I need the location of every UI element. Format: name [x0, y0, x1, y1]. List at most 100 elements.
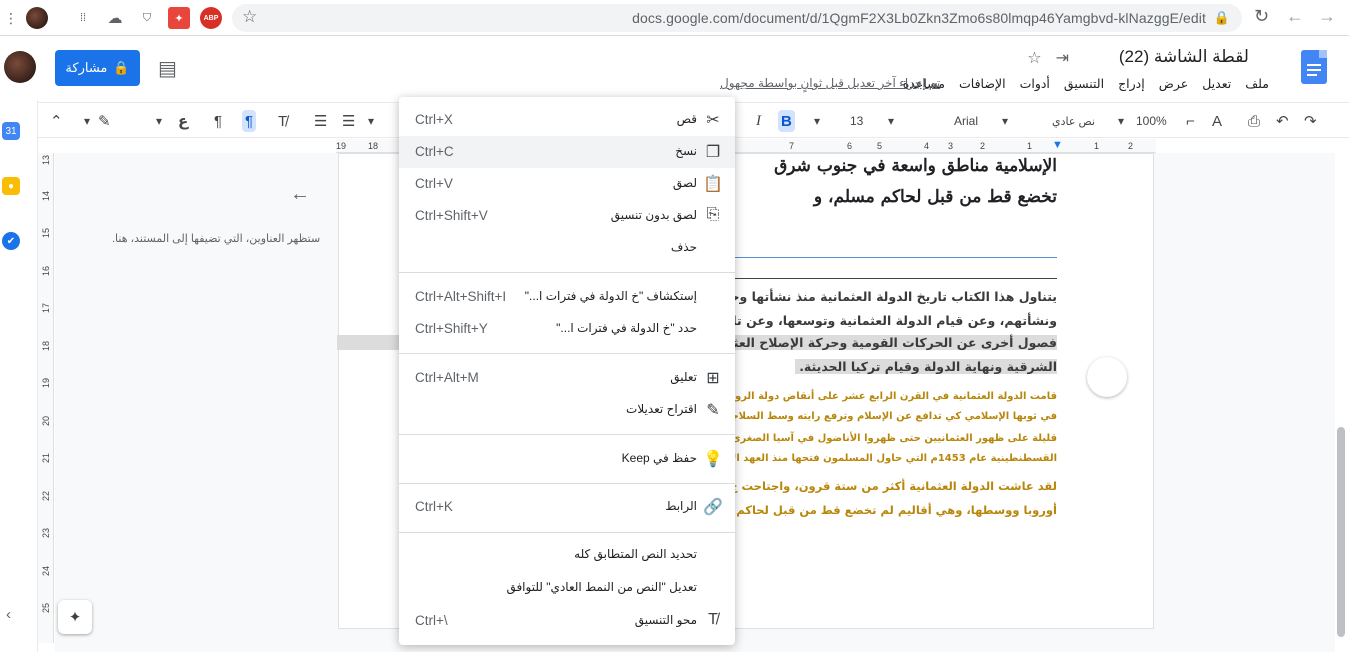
menu-item-update-style[interactable]: تعديل "النص من النمط العادي" للتوافق — [399, 572, 735, 604]
keep-icon[interactable]: ● — [2, 177, 20, 195]
paint-format-icon[interactable]: ⌐ — [1186, 110, 1195, 132]
ain-input-icon[interactable]: ع — [178, 110, 188, 132]
menu-item-paste[interactable]: Ctrl+V لصق 📋 — [399, 168, 735, 200]
menu-format[interactable]: التنسيق — [1064, 76, 1104, 91]
outdent-icon[interactable]: ☰ — [342, 110, 355, 132]
spellcheck-icon[interactable]: A — [1212, 110, 1222, 132]
font-select[interactable]: Arial — [954, 110, 978, 132]
divider-line — [735, 257, 1057, 258]
shield-icon[interactable]: ⛉ — [136, 7, 158, 29]
ruler-mark: 22 — [41, 490, 52, 502]
menu-item-keep[interactable]: حفظ في Keep 💡 — [399, 443, 735, 475]
outline-hint: ستظهر العناوين، التي تضيفها إلى المستند،… — [112, 233, 321, 245]
menu-item-copy[interactable]: Ctrl+C نسخ ❐ — [399, 136, 735, 168]
chevron-left-icon[interactable]: ‹ — [6, 606, 11, 623]
forward-icon[interactable]: → — [1318, 6, 1336, 27]
link-icon: 🔗 — [703, 499, 723, 516]
abp-icon[interactable]: ABP — [200, 7, 222, 29]
font-caret-icon[interactable]: ▾ — [1002, 110, 1008, 132]
move-folder-icon[interactable]: ⇥ — [1056, 48, 1069, 68]
dropdown-caret-icon[interactable]: ▾ — [156, 110, 162, 132]
text-line: قامت الدولة العثمانية في القرن الرابع عش… — [720, 391, 1057, 402]
redo-icon[interactable]: ↷ — [1304, 110, 1317, 132]
star-icon[interactable]: ☆ — [1027, 48, 1041, 68]
menu-item-comment[interactable]: Ctrl+Alt+M تعليق ⊞ — [399, 362, 735, 394]
menu-addons[interactable]: الإضافات — [959, 76, 1006, 91]
style-select[interactable]: نص عادي — [1052, 110, 1095, 132]
font-size-decrease-icon[interactable]: ▾ — [814, 110, 820, 132]
add-comment-button[interactable] — [1087, 357, 1127, 397]
undo-icon[interactable]: ↶ — [1276, 110, 1289, 132]
font-size-caret-icon[interactable]: ▾ — [888, 110, 894, 132]
menu-file[interactable]: ملف — [1245, 76, 1269, 91]
menu-insert[interactable]: إدراج — [1118, 76, 1145, 91]
indent-icon[interactable]: ☰ — [314, 110, 327, 132]
menu-item-link[interactable]: Ctrl+K الرابط 🔗 — [399, 491, 735, 523]
menu-item-delete[interactable]: حذف — [399, 232, 735, 264]
docs-logo-icon[interactable] — [1301, 50, 1327, 84]
zoom-select[interactable]: 100% — [1136, 110, 1167, 132]
lightbulb-icon: 💡 — [703, 451, 723, 468]
explore-icon[interactable]: ✦ — [58, 600, 92, 634]
url-text[interactable]: docs.google.com/document/d/1QgmF2X3Lb0Zk… — [632, 10, 1206, 26]
chevron-up-icon[interactable]: ⌃ — [50, 110, 63, 132]
ruler-mark: 25 — [41, 602, 52, 614]
menu-item-select-matching[interactable]: Ctrl+Shift+Y حدد "خ الدولة في فترات ا...… — [399, 313, 735, 345]
menu-edit[interactable]: تعديل — [1202, 76, 1231, 91]
dropdown-caret-icon[interactable]: ▾ — [84, 110, 90, 132]
menu-label: اقتراح تعديلات — [626, 402, 697, 416]
menu-label: نسخ — [675, 144, 697, 158]
text-line: قليلة على ظهور العثمانيين حتى ظهروا الأن… — [720, 433, 1057, 444]
arrow-back-icon[interactable]: ← — [290, 183, 310, 206]
menu-item-clear-format[interactable]: Ctrl+\ محو التنسيق T̸ — [399, 605, 735, 637]
back-icon[interactable]: ← — [1286, 6, 1304, 27]
calendar-icon[interactable]: 31 — [2, 122, 20, 140]
style-caret-icon[interactable]: ▾ — [1118, 110, 1124, 132]
clear-format-icon[interactable]: T̸ — [278, 110, 287, 132]
left-rail: 31 ● ✔ — [0, 100, 38, 652]
menu-tools[interactable]: أدوات — [1020, 76, 1050, 91]
font-size-field[interactable]: 13 — [850, 110, 863, 132]
bookmark-star-icon[interactable]: ☆ — [242, 7, 257, 27]
text-line: في ثوبها الإسلامي كي تدافع عن الإسلام وت… — [718, 411, 1057, 422]
ruler-mark: 14 — [41, 190, 52, 202]
reload-icon[interactable]: ↻ — [1254, 6, 1269, 27]
ruler-mark: 4 — [924, 141, 930, 151]
menu-item-explore[interactable]: Ctrl+Alt+Shift+I إستكشاف "خ الدولة في فت… — [399, 281, 735, 313]
last-edit-link[interactable]: تم إجراء آخر تعديل قبل ثوانٍ بواسطة مجهو… — [720, 76, 940, 90]
menu-item-cut[interactable]: Ctrl+X قص ✂ — [399, 104, 735, 136]
address-bar[interactable]: ☆ docs.google.com/document/d/1QgmF2X3Lb0… — [232, 4, 1242, 32]
italic-button[interactable]: I — [756, 110, 761, 132]
cloud-download-icon[interactable]: ☁ — [104, 7, 126, 29]
grid-icon[interactable]: ⁞⁞ — [72, 7, 94, 29]
menu-label: تحديد النص المتطابق كله — [574, 547, 697, 561]
puzzle-icon[interactable]: ✦ — [168, 7, 190, 29]
selected-text: الشرقية ونهاية الدولة وقيام تركيا الحديث… — [795, 359, 1057, 374]
more-vert-icon[interactable]: ⋮ — [0, 7, 22, 29]
pen-icon[interactable]: ✎ — [98, 110, 111, 132]
lock-icon: 🔒 — [113, 60, 130, 75]
rtl-icon[interactable]: ¶ — [242, 110, 257, 132]
indent-marker-icon[interactable]: ▼ — [1052, 139, 1063, 151]
menu-item-suggest[interactable]: اقتراح تعديلات ✎ — [399, 394, 735, 426]
lock-icon[interactable]: 🔒 — [1214, 10, 1230, 26]
menu-label: حفظ في Keep — [621, 451, 697, 465]
share-button[interactable]: مشاركة 🔒 — [55, 50, 140, 86]
menu-bar: ملف تعديل عرض إدراج التنسيق أدوات الإضاف… — [903, 76, 1269, 91]
vertical-scrollbar[interactable] — [1337, 427, 1345, 637]
menu-item-paste-plain[interactable]: Ctrl+Shift+V لصق بدون تنسيق ⎘ — [399, 200, 735, 232]
document-title[interactable]: لقطة الشاشة (22) — [1119, 47, 1249, 67]
menu-item-select-matching-text[interactable]: تحديد النص المتطابق كله — [399, 539, 735, 571]
print-icon[interactable]: ⎙ — [1248, 110, 1260, 132]
comment-history-icon[interactable]: ▤ — [158, 56, 177, 81]
ruler-mark: 2 — [980, 141, 986, 151]
avatar[interactable] — [4, 51, 36, 83]
tasks-icon[interactable]: ✔ — [2, 232, 20, 250]
ltr-icon[interactable]: ¶ — [214, 110, 222, 132]
menu-view[interactable]: عرض — [1159, 76, 1188, 91]
clear-format-icon: T̸ — [708, 611, 718, 628]
dropdown-caret-icon[interactable]: ▾ — [368, 110, 374, 132]
shortcut: Ctrl+\ — [415, 613, 448, 628]
profile-avatar[interactable] — [26, 7, 48, 29]
bold-button[interactable]: B — [778, 110, 795, 132]
